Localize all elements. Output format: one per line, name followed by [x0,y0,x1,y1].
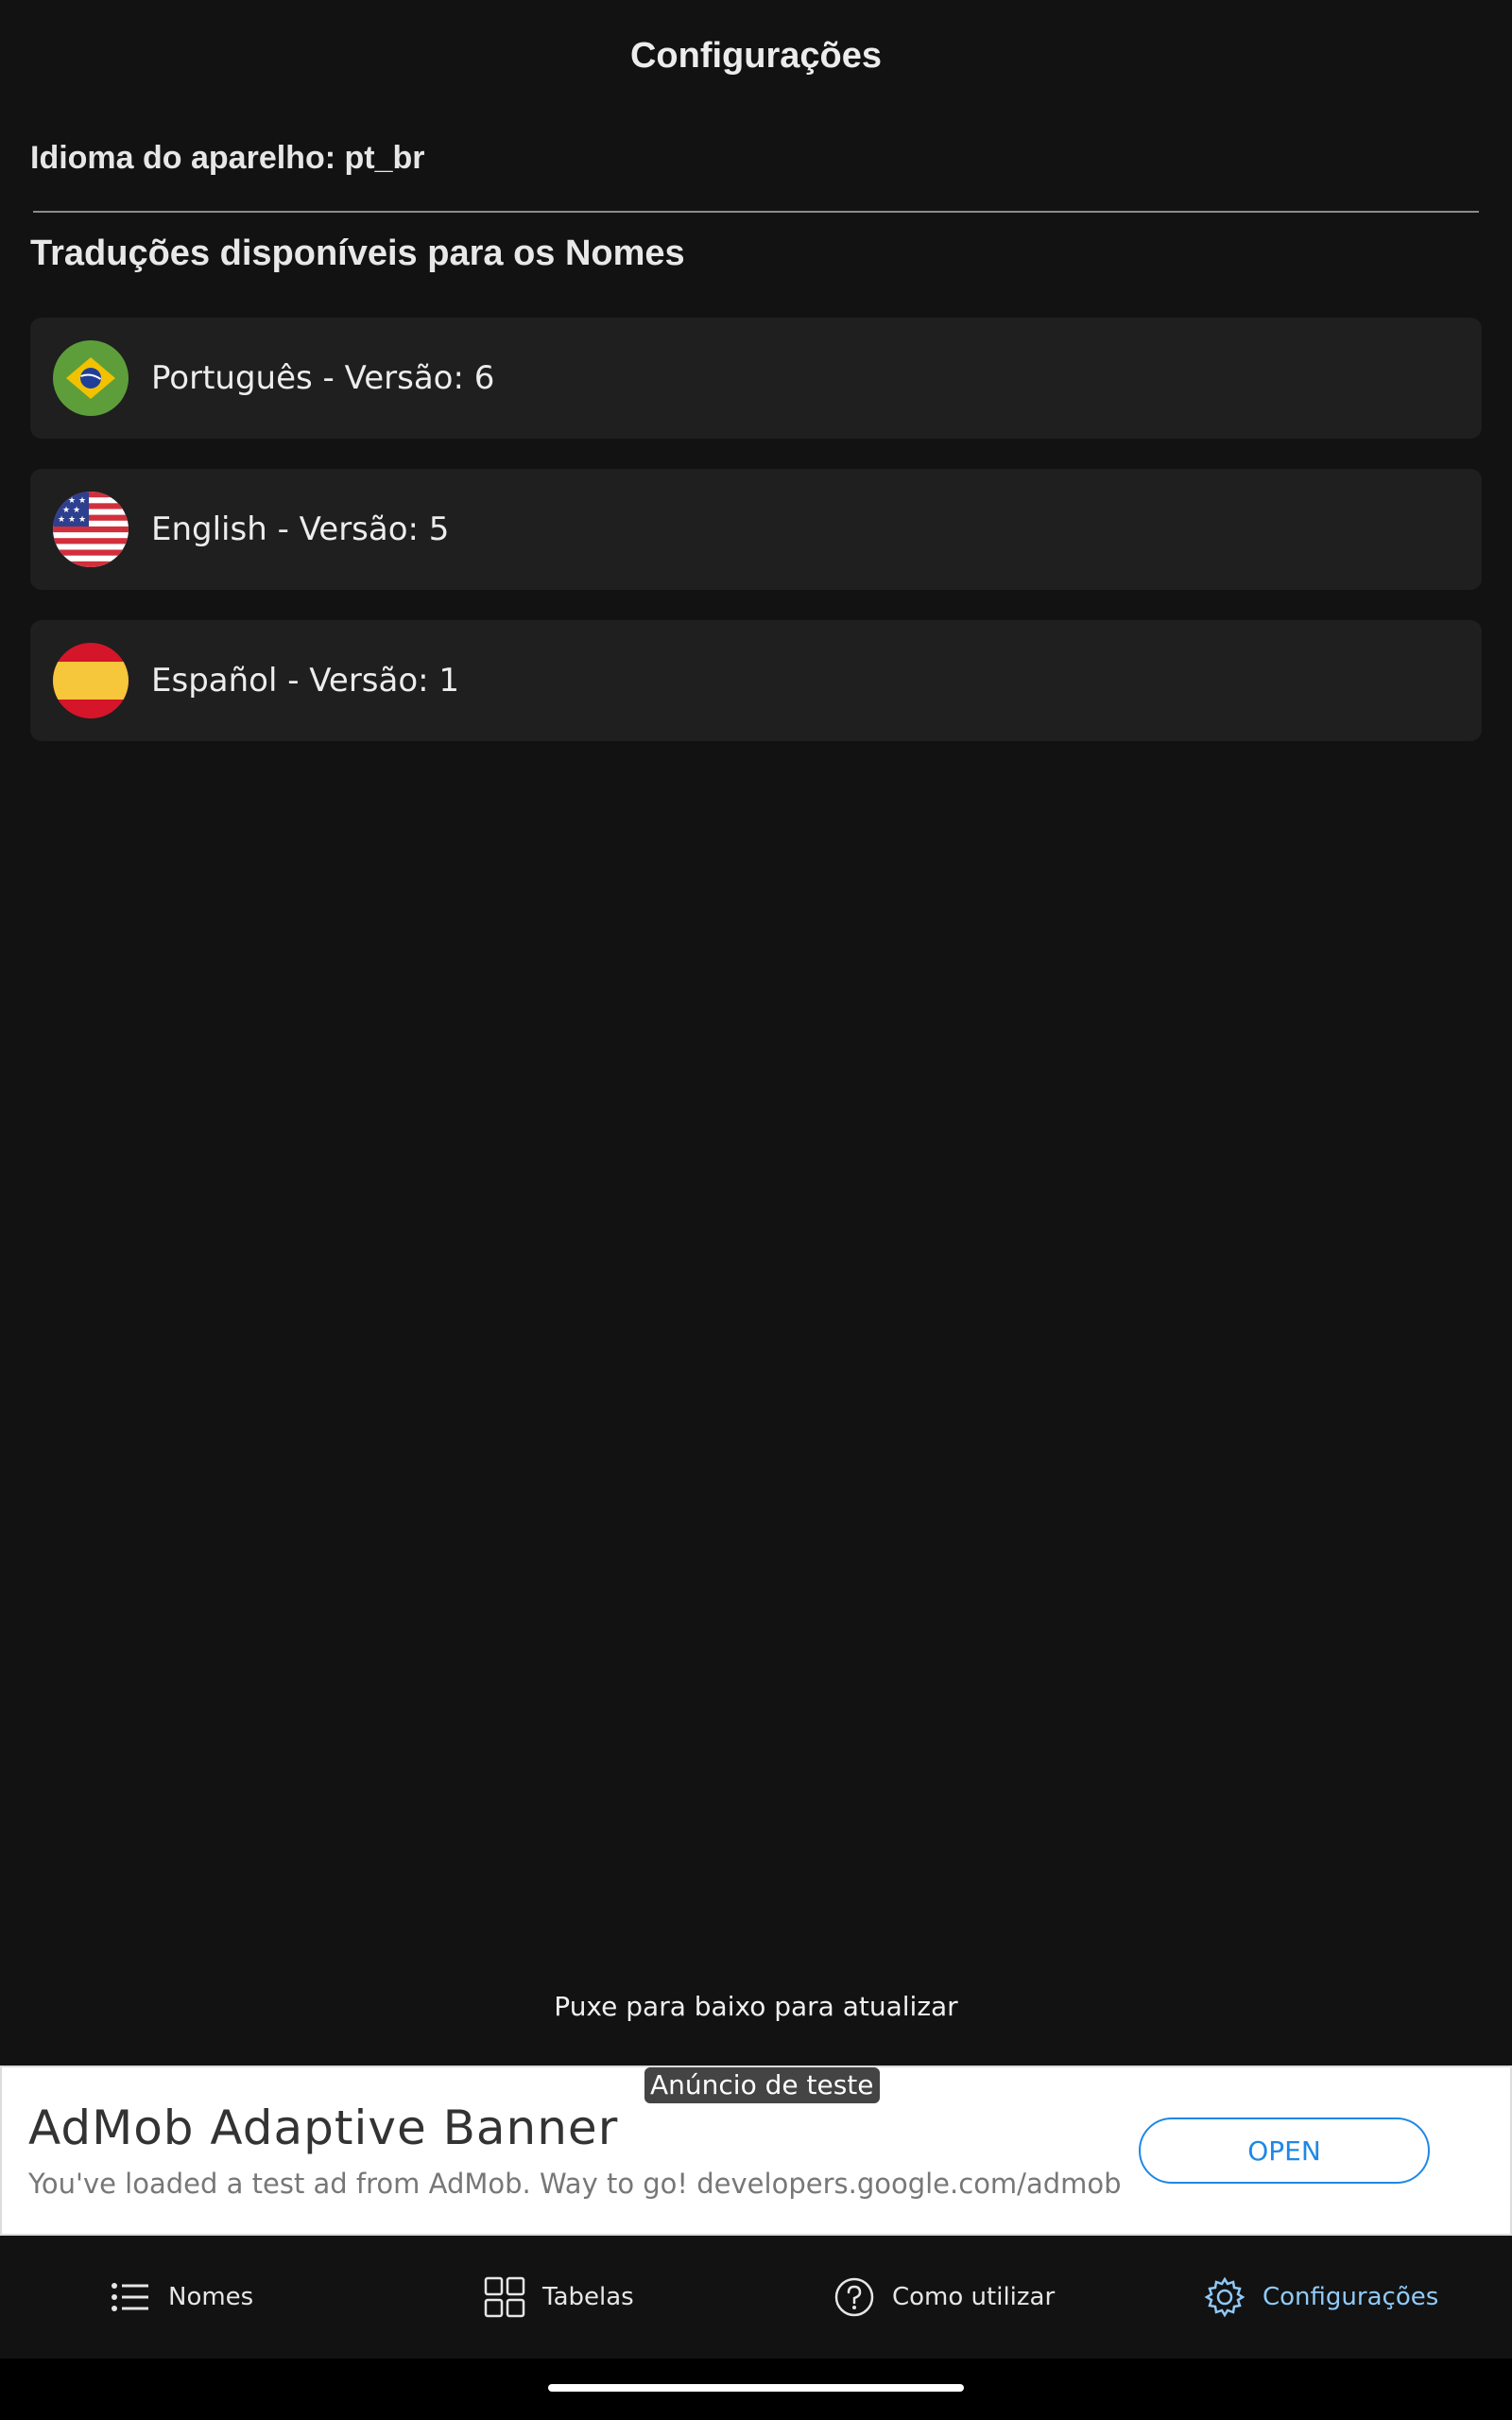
list-icon [112,2283,148,2311]
ad-open-button[interactable]: OPEN [1139,2118,1430,2184]
svg-text:★: ★ [73,506,80,515]
nav-label: Tabelas [542,2283,634,2311]
usa-flag-icon: ★ ★ ★ ★ ★ ★ ★ ★ [53,492,129,567]
device-language-label: Idioma do aparelho: pt_br [30,140,425,176]
translations-list: Português - Versão: 6 ★ ★ ★ ★ ★ ★ ★ ★ Eng [30,318,1482,771]
spain-flag-icon [53,643,129,718]
translation-item-portuguese[interactable]: Português - Versão: 6 [30,318,1482,439]
page-title: Configurações [629,35,883,76]
svg-text:★: ★ [68,515,76,525]
svg-text:★: ★ [78,515,86,525]
translation-item-english[interactable]: ★ ★ ★ ★ ★ ★ ★ ★ English - Versão: 5 [30,469,1482,590]
ad-description[interactable]: You've loaded a test ad from AdMob. Way … [28,2168,1122,2200]
help-circle-icon [834,2277,874,2317]
svg-text:★: ★ [78,496,86,506]
bottom-navigation: Nomes Tabelas Como utilizar Configuraçõe… [0,2236,1512,2359]
nav-label: Configurações [1263,2283,1439,2311]
nav-item-configuracoes[interactable]: Configurações [1204,2236,1438,2359]
home-indicator[interactable] [548,2384,964,2392]
brazil-flag-icon [53,340,129,416]
gear-icon [1204,2276,1246,2318]
divider [33,211,1479,213]
translation-label: Español - Versão: 1 [151,662,460,700]
translation-item-spanish[interactable]: Español - Versão: 1 [30,620,1482,741]
ad-title[interactable]: AdMob Adaptive Banner [28,2100,618,2155]
translation-label: Português - Versão: 6 [151,359,495,397]
pull-to-refresh-hint: Puxe para baixo para atualizar [554,1991,958,2022]
translations-section-title: Traduções disponíveis para os Nomes [30,233,685,273]
nav-item-tabelas[interactable]: Tabelas [484,2236,634,2359]
app-header: Configurações [0,0,1512,112]
translation-label: English - Versão: 5 [151,510,450,548]
svg-text:★: ★ [58,515,65,525]
nav-label: Como utilizar [892,2283,1056,2311]
nav-item-como-utilizar[interactable]: Como utilizar [833,2236,1055,2359]
svg-text:★: ★ [68,496,76,506]
test-ad-badge: Anúncio de teste [644,2067,880,2103]
nav-item-nomes[interactable]: Nomes [110,2236,253,2359]
grid-icon [484,2276,525,2318]
svg-text:★: ★ [58,496,65,506]
svg-text:★: ★ [62,506,70,515]
nav-label: Nomes [168,2283,254,2311]
